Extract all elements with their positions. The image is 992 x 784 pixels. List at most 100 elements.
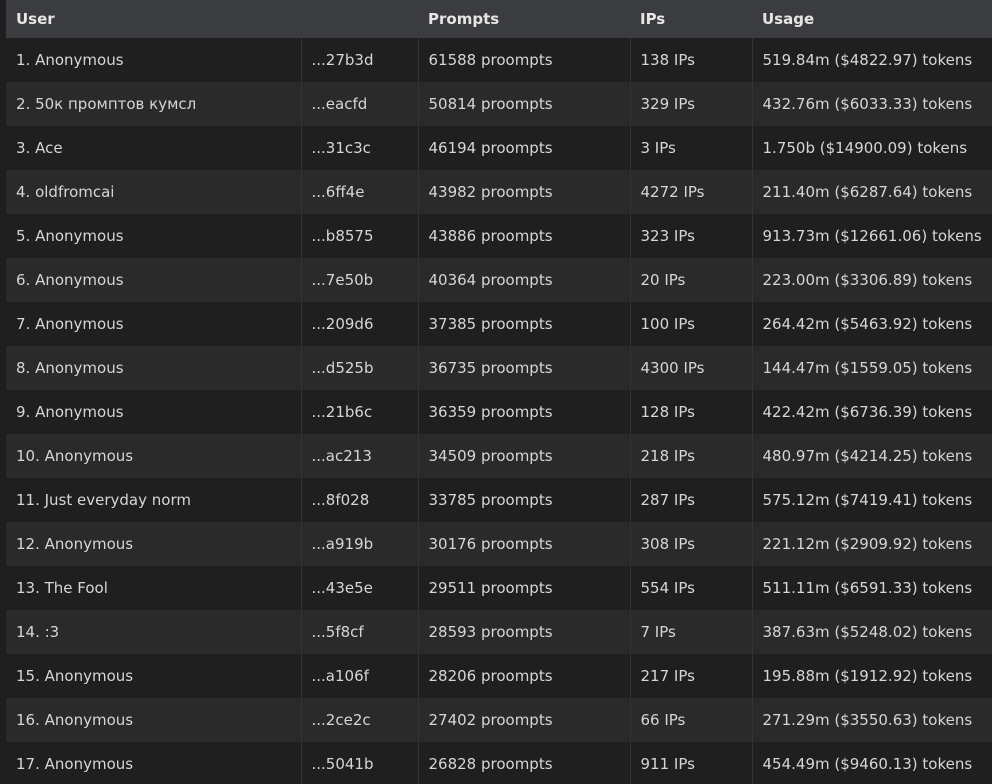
cell-user: 13. The Fool	[6, 566, 302, 610]
table-body: 1. Anonymous ...27b3d 61588 proompts 138 IP…	[6, 38, 992, 784]
table-row: 12. Anonymous ...a919b 30176 proompts 308 I…	[6, 522, 992, 566]
cell-user-id: ...7e50b	[301, 258, 419, 302]
cell-usage: 211.40m ($6287.64) tokens	[762, 183, 973, 201]
cell-usage: 519.84m ($4822.97) tokens	[762, 51, 973, 69]
cell-usage: 511.11m ($6591.33) tokens	[762, 579, 973, 597]
cell-user: 8. Anonymous	[6, 346, 302, 390]
cell-ips: 3 IPs	[630, 126, 753, 170]
cell-usage: 221.12m ($2909.92) tokens	[762, 535, 973, 553]
cell-user: 9. Anonymous	[6, 390, 302, 434]
table-row: 6. Anonymous ...7e50b 40364 proompts 20 IPs…	[6, 258, 992, 302]
cell-prompts: 43886 proompts	[418, 214, 631, 258]
cell-ips: 323 IPs	[630, 214, 753, 258]
header-row: User Prompts IPs Usage	[6, 0, 992, 38]
cell-user: 5. Anonymous	[6, 214, 302, 258]
cell-user: 4. oldfromcai	[6, 170, 302, 214]
cell-ips: 7 IPs	[630, 610, 753, 654]
cell-ips: 217 IPs	[630, 654, 753, 698]
header-user[interactable]: User	[6, 0, 301, 38]
table-row: 16. Anonymous ...2ce2c 27402 proompts 66 IP…	[6, 698, 992, 742]
cell-user-id: ...209d6	[301, 302, 419, 346]
cell-user-id: ...ac213	[301, 434, 419, 478]
cell-usage: 913.73m ($12661.06) tokens	[762, 227, 982, 245]
cell-ips: 554 IPs	[630, 566, 753, 610]
cell-ips: 128 IPs	[630, 390, 753, 434]
cell-ips: 100 IPs	[630, 302, 753, 346]
cell-prompts: 50814 proompts	[418, 82, 631, 126]
table-row: 13. The Fool ...43e5e 29511 proompts 554 IP…	[6, 566, 992, 610]
cell-usage: 144.47m ($1559.05) tokens	[762, 359, 973, 377]
header-prompts[interactable]: Prompts	[418, 0, 630, 38]
cell-usage: 480.97m ($4214.25) tokens	[762, 447, 973, 465]
cell-prompts: 27402 proompts	[418, 698, 631, 742]
cell-user: 17. Anonymous	[6, 742, 302, 784]
table-header: User Prompts IPs Usage	[6, 0, 992, 38]
cell-user-id: ...5041b	[301, 742, 419, 784]
table-row: 9. Anonymous ...21b6c 36359 proompts 128 IP…	[6, 390, 992, 434]
leaderboard-container: User Prompts IPs Usage 1. Anonymous ...27…	[6, 0, 992, 784]
cell-user-id: ...31c3c	[301, 126, 419, 170]
cell-ips: 4300 IPs	[630, 346, 753, 390]
table-row: 4. oldfromcai ...6ff4e 43982 proompts 4272 …	[6, 170, 992, 214]
cell-ips: 4272 IPs	[630, 170, 753, 214]
cell-prompts: 36735 proompts	[418, 346, 631, 390]
cell-prompts: 36359 proompts	[418, 390, 631, 434]
cell-user: 16. Anonymous	[6, 698, 302, 742]
cell-user: 1. Anonymous	[6, 38, 302, 82]
cell-user: 3. Ace	[6, 126, 302, 170]
cell-usage: 432.76m ($6033.33) tokens	[762, 95, 973, 113]
cell-user-id: ...5f8cf	[301, 610, 419, 654]
table-row: 8. Anonymous ...d525b 36735 proompts 4300 I…	[6, 346, 992, 390]
table-row: 2. 50к промптов кумсл ...eacfd 50814 proom…	[6, 82, 992, 126]
cell-user-id: ...6ff4e	[301, 170, 419, 214]
cell-user-id: ...a919b	[301, 522, 419, 566]
cell-user-id: ...d525b	[301, 346, 419, 390]
cell-usage: 1.750b ($14900.09) tokens	[762, 139, 968, 157]
cell-ips: 287 IPs	[630, 478, 753, 522]
header-ips[interactable]: IPs	[630, 0, 752, 38]
table-row: 1. Anonymous ...27b3d 61588 proompts 138 IP…	[6, 38, 992, 82]
cell-prompts: 28593 proompts	[418, 610, 631, 654]
cell-prompts: 30176 proompts	[418, 522, 631, 566]
cell-user-id: ...2ce2c	[301, 698, 419, 742]
cell-prompts: 26828 proompts	[418, 742, 631, 784]
cell-usage: 575.12m ($7419.41) tokens	[762, 491, 973, 509]
header-id	[301, 0, 418, 38]
cell-ips: 20 IPs	[630, 258, 753, 302]
cell-user: 10. Anonymous	[6, 434, 302, 478]
cell-prompts: 28206 proompts	[418, 654, 631, 698]
table-row: 14. :3 ...5f8cf 28593 proompts 7 IPs 387.63m…	[6, 610, 992, 654]
table-row: 17. Anonymous ...5041b 26828 proompts 911 I…	[6, 742, 992, 784]
cell-ips: 138 IPs	[630, 38, 753, 82]
table-row: 11. Just everyday norm ...8f028 33785 proo…	[6, 478, 992, 522]
cell-user: 6. Anonymous	[6, 258, 302, 302]
leaderboard-table: User Prompts IPs Usage 1. Anonymous ...27…	[6, 0, 992, 784]
cell-prompts: 33785 proompts	[418, 478, 631, 522]
cell-usage: 223.00m ($3306.89) tokens	[762, 271, 973, 289]
cell-prompts: 40364 proompts	[418, 258, 631, 302]
cell-usage: 454.49m ($9460.13) tokens	[762, 755, 973, 773]
cell-ips: 329 IPs	[630, 82, 753, 126]
cell-user: 14. :3	[6, 610, 302, 654]
table-row: 10. Anonymous ...ac213 34509 proompts 218 I…	[6, 434, 992, 478]
cell-user: 2. 50к промптов кумсл	[6, 82, 302, 126]
cell-user: 15. Anonymous	[6, 654, 302, 698]
cell-ips: 218 IPs	[630, 434, 753, 478]
cell-usage: 387.63m ($5248.02) tokens	[762, 623, 973, 641]
cell-user-id: ...eacfd	[301, 82, 419, 126]
header-usage[interactable]: Usage	[752, 0, 992, 38]
cell-ips: 911 IPs	[630, 742, 753, 784]
cell-user-id: ...27b3d	[301, 38, 419, 82]
cell-user: 12. Anonymous	[6, 522, 302, 566]
cell-prompts: 46194 proompts	[418, 126, 631, 170]
table-row: 15. Anonymous ...a106f 28206 proompts 217 I…	[6, 654, 992, 698]
table-row: 5. Anonymous ...b8575 43886 proompts 323 IP…	[6, 214, 992, 258]
cell-prompts: 43982 proompts	[418, 170, 631, 214]
cell-user: 11. Just everyday norm	[6, 478, 302, 522]
cell-user-id: ...a106f	[301, 654, 419, 698]
cell-ips: 66 IPs	[630, 698, 753, 742]
cell-prompts: 34509 proompts	[418, 434, 631, 478]
cell-prompts: 29511 proompts	[418, 566, 631, 610]
cell-user-id: ...43e5e	[301, 566, 419, 610]
cell-prompts: 37385 proompts	[418, 302, 631, 346]
